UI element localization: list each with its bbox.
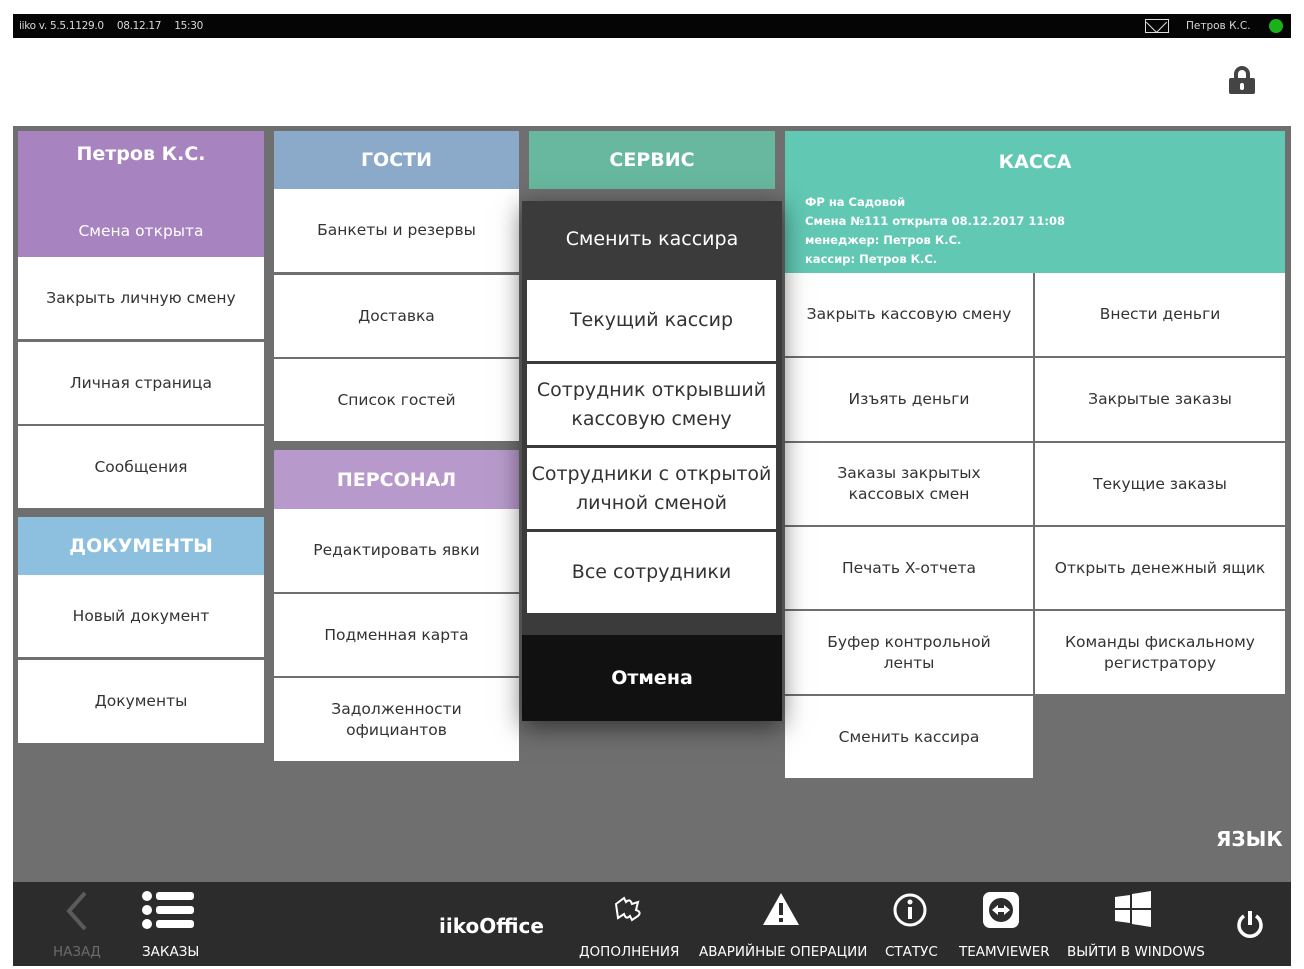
language-button[interactable]: ЯЗЫК (1216, 827, 1283, 851)
online-status-dot (1269, 19, 1283, 33)
cancel-button[interactable]: Отмена (522, 635, 782, 721)
waiter-debts-button[interactable]: Задолженности официантов (274, 678, 519, 761)
back-label[interactable]: НАЗАД (53, 944, 101, 960)
puzzle-icon[interactable] (610, 894, 644, 926)
back-arrow-icon[interactable] (63, 890, 91, 932)
current-orders-button[interactable]: Текущие заказы (1035, 443, 1285, 525)
shift-info-label: Смена №111 открыта 08.12.2017 11:08 (805, 214, 1065, 228)
current-cashier-option[interactable]: Текущий кассир (527, 280, 776, 361)
user-name: Петров К.С. (76, 143, 206, 165)
guests-header: ГОСТИ (274, 131, 519, 189)
edit-attendance-button[interactable]: Редактировать явки (274, 509, 519, 592)
x-report-button[interactable]: Печать X-отчета (785, 527, 1033, 609)
teamviewer-icon[interactable] (982, 891, 1020, 929)
current-user-label: Петров К.С. (1186, 20, 1251, 32)
windows-icon[interactable] (1115, 891, 1151, 927)
shift-opener-option[interactable]: Сотрудник открывший кассовую смену (527, 364, 776, 445)
change-cashier-dialog: Сменить кассира Текущий кассир Сотрудник… (522, 201, 782, 721)
close-cash-shift-button[interactable]: Закрыть кассовую смену (785, 273, 1033, 356)
kassa-title: КАССА (998, 151, 1072, 173)
messages-button[interactable]: Сообщения (18, 426, 264, 508)
status-bar: iiko v. 5.5.1129.0 08.12.17 15:30 Петров… (13, 14, 1291, 38)
time-label: 15:30 (174, 20, 203, 32)
exit-windows-label[interactable]: ВЫЙТИ В WINDOWS (1067, 944, 1205, 960)
bottom-bar: НАЗАД ЗАКАЗЫ iikoOffice ДОПОЛНЕНИЯ АВАРИ… (13, 882, 1291, 966)
orders-label[interactable]: ЗАКАЗЫ (142, 944, 199, 960)
dialog-title: Сменить кассира (565, 228, 739, 250)
withdraw-money-button[interactable]: Изъять деньги (785, 358, 1033, 441)
all-staff-option[interactable]: Все сотрудники (527, 532, 776, 613)
staff-header: ПЕРСОНАЛ (274, 450, 519, 509)
orders-list-icon[interactable] (142, 891, 196, 929)
substitute-card-button[interactable]: Подменная карта (274, 594, 519, 676)
teamviewer-label[interactable]: TEAMVIEWER (959, 944, 1050, 960)
control-tape-buffer-button[interactable]: Буфер контрольной ленты (785, 611, 1033, 694)
status-label[interactable]: СТАТУС (885, 944, 938, 960)
kassa-info: ФР на Садовой Смена №111 открыта 08.12.2… (805, 193, 1065, 269)
closed-shift-orders-button[interactable]: Заказы закрытых кассовых смен (785, 443, 1033, 525)
lock-icon[interactable] (1229, 66, 1255, 94)
addons-label[interactable]: ДОПОЛНЕНИЯ (579, 944, 679, 960)
delivery-button[interactable]: Доставка (274, 275, 519, 357)
shift-open-button[interactable]: Смена открыта (18, 209, 264, 253)
manager-label: менеджер: Петров К.С. (805, 233, 962, 247)
app-name-label: iikoOffice (439, 914, 544, 938)
service-header: СЕРВИС (529, 131, 775, 189)
change-cashier-button[interactable]: Сменить кассира (785, 696, 1033, 778)
guest-list-button[interactable]: Список гостей (274, 359, 519, 441)
app-window: iiko v. 5.5.1129.0 08.12.17 15:30 Петров… (13, 14, 1291, 966)
mail-icon[interactable] (1145, 19, 1169, 33)
date-label: 08.12.17 (116, 20, 162, 32)
open-shift-staff-option[interactable]: Сотрудники с открытой личной сменой (527, 448, 776, 529)
power-icon[interactable] (1235, 910, 1265, 940)
open-cash-drawer-button[interactable]: Открыть денежный ящик (1035, 527, 1285, 609)
personal-page-button[interactable]: Личная страница (18, 342, 264, 424)
warning-icon[interactable] (762, 892, 800, 926)
fiscal-commands-button[interactable]: Команды фискальному регистратору (1035, 611, 1285, 694)
documents-button[interactable]: Документы (18, 660, 264, 743)
header (13, 38, 1291, 126)
deposit-money-button[interactable]: Внести деньги (1035, 273, 1285, 356)
documents-header: ДОКУМЕНТЫ (18, 517, 264, 575)
close-personal-shift-button[interactable]: Закрыть личную смену (18, 257, 264, 339)
version-label: iiko v. 5.5.1129.0 (19, 20, 104, 32)
closed-orders-button[interactable]: Закрытые заказы (1035, 358, 1285, 441)
banquets-button[interactable]: Банкеты и резервы (274, 189, 519, 272)
info-icon[interactable] (893, 893, 927, 927)
fiscal-register-label: ФР на Садовой (805, 195, 906, 209)
kassa-header: КАССА ФР на Садовой Смена №111 открыта 0… (785, 131, 1285, 273)
emergency-label[interactable]: АВАРИЙНЫЕ ОПЕРАЦИИ (699, 944, 867, 960)
cashier-label: кассир: Петров К.С. (805, 252, 938, 266)
version-info: iiko v. 5.5.1129.0 08.12.17 15:30 (19, 20, 213, 32)
new-document-button[interactable]: Новый документ (18, 575, 264, 657)
